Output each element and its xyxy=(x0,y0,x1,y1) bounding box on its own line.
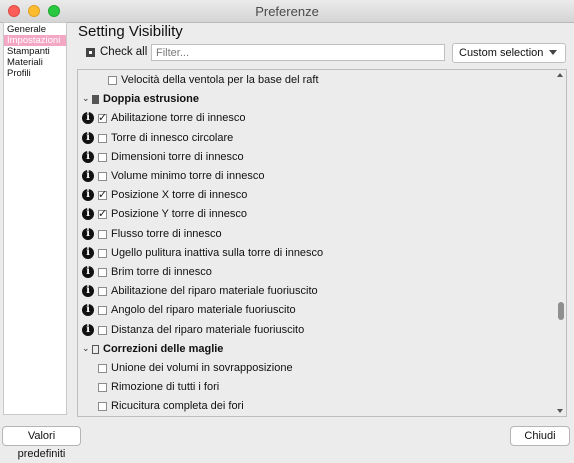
setting-checkbox[interactable] xyxy=(98,306,107,316)
info-icon[interactable]: i xyxy=(82,170,94,182)
info-icon[interactable]: i xyxy=(82,323,94,336)
setting-label: Ricucitura completa dei fori xyxy=(111,400,244,413)
sidebar-item-profili[interactable]: Profili xyxy=(4,68,66,79)
preferences-sidebar: Generale Impostazioni Stampanti Material… xyxy=(3,22,67,415)
close-button[interactable]: Chiudi xyxy=(510,426,570,446)
setting-label: Velocità della ventola per la base del r… xyxy=(121,74,319,86)
category-header[interactable]: ⌄ Correzioni delle maglie xyxy=(78,340,554,359)
info-icon[interactable]: i xyxy=(82,150,94,163)
setting-checkbox[interactable] xyxy=(98,402,107,412)
setting-row[interactable]: Velocità della ventola per la base del r… xyxy=(78,71,554,90)
check-all-checkbox[interactable] xyxy=(86,47,95,57)
setting-row[interactable]: i Posizione Y torre di innesco xyxy=(78,205,554,224)
category-label: Doppia estrusione xyxy=(103,93,199,106)
setting-label: Ugello pulitura inattiva sulla torre di … xyxy=(111,246,324,259)
setting-checkbox[interactable] xyxy=(108,76,117,85)
setting-checkbox[interactable] xyxy=(98,152,107,162)
info-icon[interactable]: i xyxy=(82,266,94,278)
restore-defaults-button[interactable]: Valori predefiniti xyxy=(2,426,81,460)
title-bar: Preferenze xyxy=(0,0,574,23)
setting-checkbox[interactable] xyxy=(98,172,107,181)
info-icon[interactable]: i xyxy=(82,246,94,259)
check-all-label: Check all xyxy=(100,46,148,58)
setting-checkbox[interactable] xyxy=(98,287,107,297)
setting-checkbox[interactable] xyxy=(98,133,107,143)
setting-checkbox[interactable] xyxy=(98,325,107,335)
setting-checkbox[interactable] xyxy=(98,187,107,203)
setting-label: Distanza del riparo materiale fuoriuscit… xyxy=(111,323,305,336)
setting-checkbox[interactable] xyxy=(98,229,107,239)
setting-row[interactable]: i Volume minimo torre di innesco xyxy=(78,167,554,186)
setting-row[interactable]: i Angolo del riparo materiale fuoriuscito xyxy=(78,301,554,320)
info-icon[interactable]: i xyxy=(82,131,94,144)
window-title: Preferenze xyxy=(255,4,319,19)
scroll-up-arrow-icon[interactable] xyxy=(557,73,563,77)
info-icon[interactable]: i xyxy=(82,227,94,240)
setting-checkbox[interactable] xyxy=(98,110,107,126)
chevron-down-icon xyxy=(549,50,557,55)
setting-label: Rimozione di tutti i fori xyxy=(111,381,220,394)
category-label: Correzioni delle maglie xyxy=(103,342,224,355)
setting-row[interactable]: i Distanza del riparo materiale fuoriusci… xyxy=(78,321,554,340)
setting-label: Brim torre di innesco xyxy=(111,266,212,278)
setting-label: Posizione Y torre di innesco xyxy=(111,208,247,221)
setting-label: Torre di innesco circolare xyxy=(111,131,234,144)
setting-checkbox[interactable] xyxy=(98,206,107,222)
setting-row[interactable]: Rimozione di tutti i fori xyxy=(78,378,554,397)
setting-label: Posizione X torre di innesco xyxy=(111,189,248,202)
info-icon[interactable]: i xyxy=(82,285,94,298)
setting-label: Abilitazione torre di innesco xyxy=(111,112,246,125)
filter-input[interactable] xyxy=(151,44,445,61)
setting-row[interactable]: i Ugello pulitura inattiva sulla torre di… xyxy=(78,244,554,263)
info-icon[interactable]: i xyxy=(82,189,94,202)
setting-checkbox[interactable] xyxy=(98,268,107,277)
setting-row[interactable]: i Brim torre di innesco xyxy=(78,263,554,282)
setting-row[interactable]: i Dimensioni torre di innesco xyxy=(78,148,554,167)
setting-label: Angolo del riparo materiale fuoriuscito xyxy=(111,304,296,317)
chevron-down-icon[interactable]: ⌄ xyxy=(82,344,90,354)
sidebar-item-impostazioni[interactable]: Impostazioni xyxy=(4,35,66,46)
info-icon[interactable]: i xyxy=(82,208,94,221)
setting-row[interactable]: Unione dei volumi in sovrapposizione xyxy=(78,359,554,378)
info-icon[interactable]: i xyxy=(82,304,94,317)
setting-row[interactable]: i Abilitazione torre di innesco xyxy=(78,109,554,128)
setting-row[interactable]: i Posizione X torre di innesco xyxy=(78,186,554,205)
setting-row[interactable]: Ricucitura completa dei fori xyxy=(78,397,554,416)
setting-label: Flusso torre di innesco xyxy=(111,227,222,240)
settings-list[interactable]: Velocità della ventola per la base del r… xyxy=(77,69,567,417)
sidebar-item-stampanti[interactable]: Stampanti xyxy=(4,46,66,57)
setting-label: Unione dei volumi in sovrapposizione xyxy=(111,362,293,374)
setting-checkbox[interactable] xyxy=(98,364,107,373)
setting-label: Volume minimo torre di innesco xyxy=(111,170,265,182)
setting-checkbox[interactable] xyxy=(98,383,107,393)
mesh-fixes-icon xyxy=(92,344,99,354)
scrollbar-thumb[interactable] xyxy=(558,302,564,320)
visibility-preset-value: Custom selection xyxy=(459,47,544,59)
page-title: Setting Visibility xyxy=(78,23,183,40)
category-header[interactable]: ⌄ Doppia estrusione xyxy=(78,90,554,109)
setting-label: Abilitazione del riparo materiale fuoriu… xyxy=(111,285,318,298)
sidebar-item-materiali[interactable]: Materiali xyxy=(4,57,66,68)
scroll-down-arrow-icon[interactable] xyxy=(557,409,563,413)
setting-checkbox[interactable] xyxy=(98,248,107,258)
setting-row[interactable]: i Torre di innesco circolare xyxy=(78,129,554,148)
setting-row[interactable]: i Flusso torre di innesco xyxy=(78,225,554,244)
scrollbar[interactable] xyxy=(556,71,565,415)
setting-row[interactable]: i Abilitazione del riparo materiale fuori… xyxy=(78,282,554,301)
sidebar-item-generale[interactable]: Generale xyxy=(4,24,66,35)
check-all-toggle[interactable]: Check all xyxy=(86,44,147,60)
visibility-preset-select[interactable]: Custom selection xyxy=(452,43,566,63)
setting-label: Dimensioni torre di innesco xyxy=(111,150,244,163)
chevron-down-icon[interactable]: ⌄ xyxy=(82,94,90,104)
extruder-icon xyxy=(92,95,99,105)
info-icon[interactable]: i xyxy=(82,112,94,125)
